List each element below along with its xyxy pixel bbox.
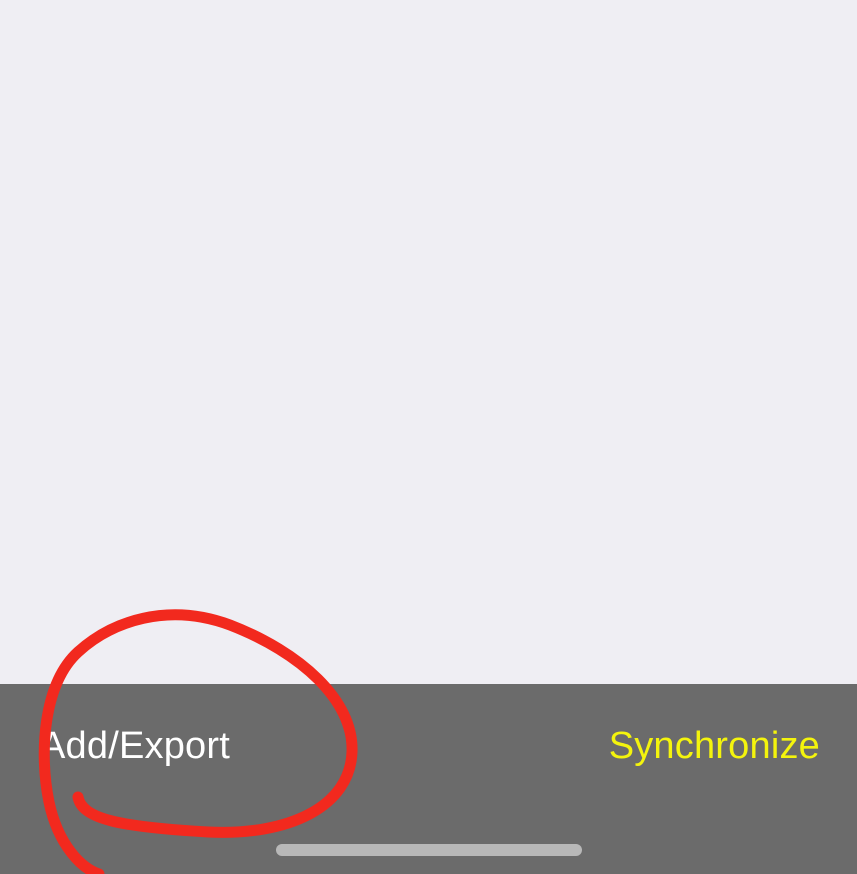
- app-screen: Add/Export Synchronize: [0, 0, 857, 874]
- add-export-button[interactable]: Add/Export: [40, 721, 230, 771]
- empty-content-area: [0, 0, 857, 684]
- home-indicator: [276, 844, 582, 856]
- synchronize-button[interactable]: Synchronize: [609, 721, 820, 771]
